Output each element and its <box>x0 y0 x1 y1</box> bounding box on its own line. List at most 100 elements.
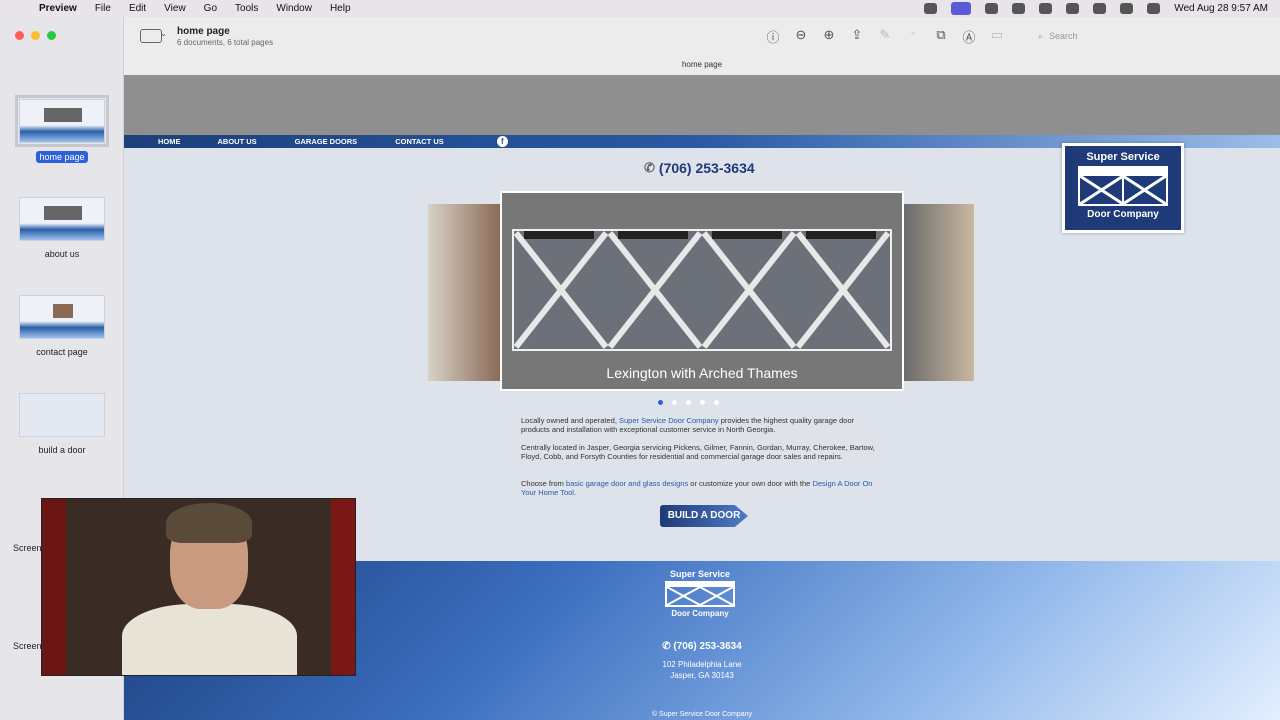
sidebar-toggle-icon[interactable] <box>140 29 162 43</box>
logo-text-top: Super Service <box>1086 151 1160 163</box>
slide-next-image[interactable] <box>904 204 974 381</box>
menu-window[interactable]: Window <box>267 3 321 14</box>
company-link[interactable]: Super Service Door Company <box>619 416 719 425</box>
slide-caption: Lexington with Arched Thames <box>606 365 798 381</box>
intro-paragraph: Locally owned and operated, Super Servic… <box>521 416 883 434</box>
service-area-paragraph: Centrally located in Jasper, Georgia ser… <box>521 443 875 461</box>
info-icon[interactable]: ⓘ <box>766 27 780 46</box>
markup-chevron-icon[interactable]: ⌄ <box>906 27 920 46</box>
slider-dot-4[interactable] <box>700 400 705 405</box>
thumbnail-label: build a door <box>38 445 86 455</box>
slider-dot-3[interactable] <box>686 400 691 405</box>
rotate-icon[interactable]: ⧉ <box>934 27 948 46</box>
menu-bar: Preview File Edit View Go Tools Window H… <box>0 0 1280 17</box>
minimize-button[interactable] <box>31 31 40 40</box>
footer-logo-doors <box>665 581 735 607</box>
design-paragraph: Choose from basic garage door and glass … <box>521 479 883 497</box>
menu-help[interactable]: Help <box>321 3 360 14</box>
slide-current-image: Lexington with Arched Thames <box>500 191 904 391</box>
footer-copyright: © Super Service Door Company <box>651 711 753 718</box>
thumbnail-image <box>15 95 109 147</box>
zoom-out-icon[interactable]: ⊖ <box>794 27 808 46</box>
phone-number: (706) 253-3634 <box>658 160 755 176</box>
menu-file[interactable]: File <box>86 3 120 14</box>
chevron-down-icon[interactable]: ⌄ <box>160 29 167 38</box>
nav-home[interactable]: HOME <box>158 137 181 146</box>
thumbnail-image <box>19 295 105 339</box>
page-header-band <box>124 75 1280 135</box>
nav-about-us[interactable]: ABOUT US <box>218 137 257 146</box>
slider-dot-2[interactable] <box>672 400 677 405</box>
menubar-clock[interactable]: Wed Aug 28 9:57 AM <box>1174 3 1268 14</box>
door-slider[interactable]: Lexington with Arched Thames <box>428 191 974 391</box>
curtain-left <box>42 499 66 675</box>
fullscreen-button[interactable] <box>47 31 56 40</box>
thumbnail-label: contact page <box>36 347 88 357</box>
form-fill-icon[interactable]: ▭ <box>990 27 1004 46</box>
menu-go[interactable]: Go <box>195 3 226 14</box>
thumbnail-label: about us <box>44 249 80 259</box>
thumbnail-contact-page[interactable]: contact page <box>19 295 105 357</box>
menu-edit[interactable]: Edit <box>120 3 155 14</box>
search-placeholder: Search <box>1049 31 1078 41</box>
header-phone[interactable]: ✆ (706) 253-3634 <box>644 160 755 176</box>
phone-icon: ✆ <box>662 641 674 652</box>
phone-icon: ✆ <box>644 160 655 175</box>
bluetooth-icon[interactable] <box>1012 3 1026 14</box>
menu-view[interactable]: View <box>155 3 195 14</box>
nav-garage-doors[interactable]: GARAGE DOORS <box>295 137 358 146</box>
presenter-body <box>122 604 297 675</box>
nav-contact-us[interactable]: CONTACT US <box>395 137 444 146</box>
search-field[interactable]: ⌕ Search <box>1038 27 1268 45</box>
document-subtitle: 6 documents, 6 total pages <box>177 38 274 47</box>
status-app-icon[interactable] <box>924 3 938 14</box>
footer-logo[interactable]: Super Service Door Company <box>660 569 740 625</box>
slide-prev-image[interactable] <box>428 204 500 381</box>
footer-phone-number: (706) 253-3634 <box>673 641 742 652</box>
thumbnail-about-us[interactable]: about us <box>19 197 105 259</box>
page-title: home page <box>681 60 723 69</box>
site-logo[interactable]: Super Service Door Company <box>1062 143 1184 233</box>
volume-icon[interactable] <box>1039 3 1053 14</box>
basic-designs-link[interactable]: basic garage door and glass designs <box>566 479 688 488</box>
status-app-icon-2[interactable] <box>985 3 999 14</box>
thumbnail-build-a-door[interactable]: build a door <box>19 393 105 455</box>
wifi-icon[interactable] <box>1093 3 1107 14</box>
menu-preview[interactable]: Preview <box>30 3 86 14</box>
close-button[interactable] <box>15 31 24 40</box>
slider-dots <box>658 400 719 405</box>
battery-icon[interactable] <box>1066 3 1080 14</box>
logo-doors-graphic <box>1078 166 1168 206</box>
thumbnail-image <box>19 393 105 437</box>
control-center-icon[interactable] <box>1147 3 1161 14</box>
facebook-icon[interactable]: f <box>496 136 508 147</box>
curtain-right <box>331 499 355 675</box>
presenter-hair <box>166 503 252 543</box>
design-text: Choose from <box>521 479 567 488</box>
toolbar-actions: ⓘ ⊖ ⊕ ⇪ ✎ ⌄ ⧉ Ⓐ ▭ <box>766 27 1004 46</box>
slider-dot-1[interactable] <box>658 400 663 405</box>
thumbnail-image <box>19 197 105 241</box>
window-toolbar: ⌄ home page 6 documents, 6 total pages ⓘ… <box>124 17 1280 75</box>
footer-logo-top: Super Service <box>669 569 731 579</box>
thumbnail-home-page[interactable]: home page <box>15 95 109 165</box>
intro-text: Locally owned and operated, <box>521 416 619 425</box>
menu-tools[interactable]: Tools <box>226 3 267 14</box>
search-icon: ⌕ <box>1038 30 1044 41</box>
markup-pen-icon[interactable]: ✎ <box>878 27 892 46</box>
footer-logo-bottom: Door Company <box>671 609 729 618</box>
slider-dot-5[interactable] <box>714 400 719 405</box>
window-controls <box>15 31 56 40</box>
document-title: home page <box>177 26 230 37</box>
build-a-door-button[interactable]: BUILD A DOOR <box>660 505 748 527</box>
thumbnail-label: home page <box>36 151 88 163</box>
screen-record-icon[interactable] <box>951 2 972 15</box>
markup-icon[interactable]: Ⓐ <box>962 27 976 46</box>
garage-door-graphic <box>512 229 892 351</box>
share-icon[interactable]: ⇪ <box>850 27 864 46</box>
status-area: Wed Aug 28 9:57 AM <box>924 0 1268 17</box>
webcam-overlay <box>41 498 356 676</box>
zoom-in-icon[interactable]: ⊕ <box>822 27 836 46</box>
logo-text-bottom: Door Company <box>1087 209 1159 220</box>
spotlight-search-icon[interactable] <box>1120 3 1134 14</box>
